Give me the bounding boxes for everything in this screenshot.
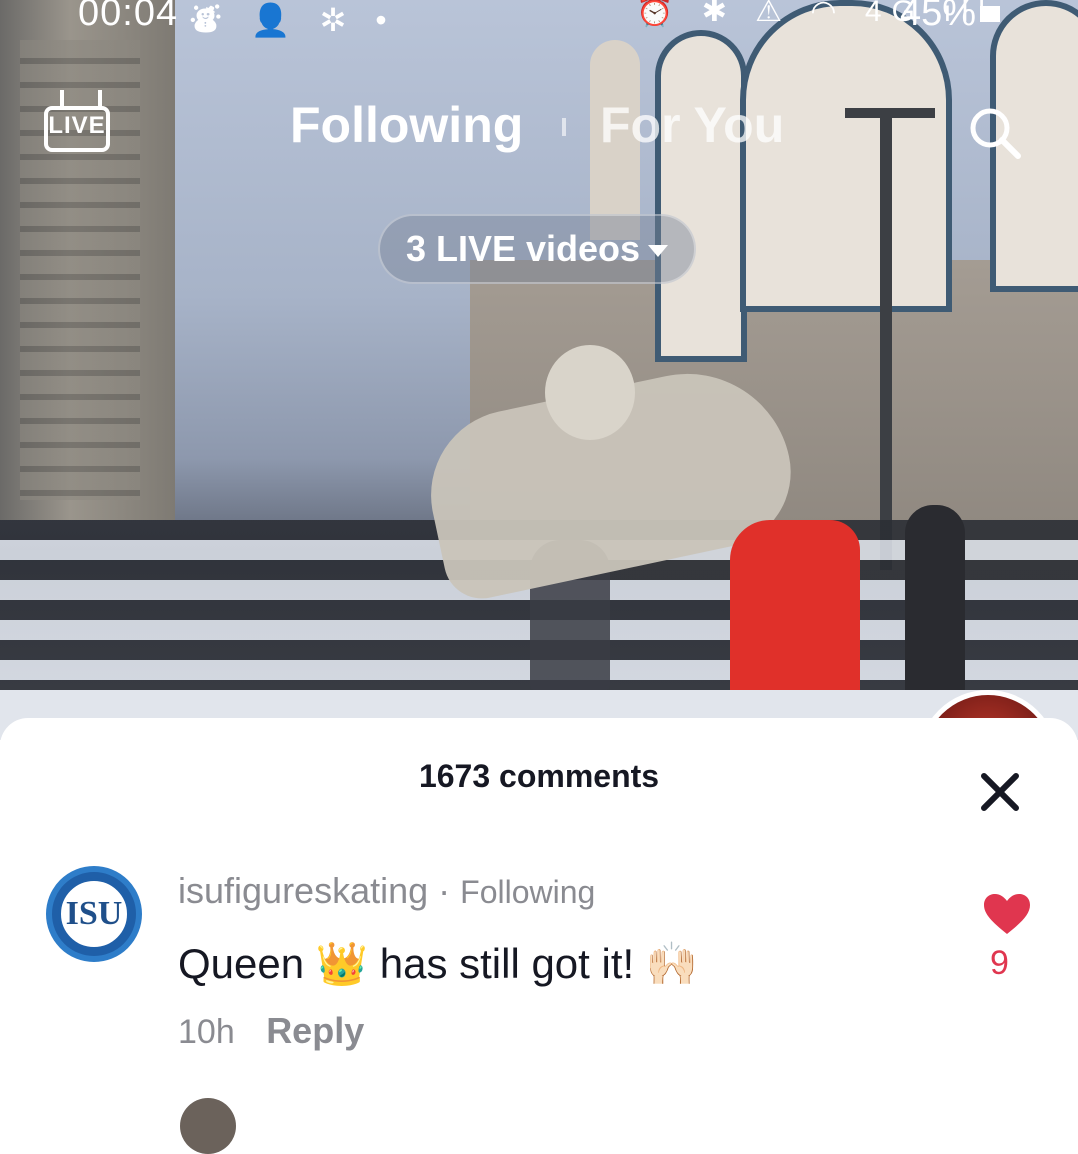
live-label: LIVE [48,112,106,139]
skater-head [545,345,635,440]
chevron-down-icon [648,245,669,257]
status-bar: 00:04 ⛇ 👤 ✲ • ⏰ ✱ ⚠ ◠ 4G ıll 45% [0,0,1078,40]
comment-time: 10h [178,1013,235,1051]
background-building [0,0,175,520]
background-person [905,505,965,695]
church-arch [740,0,952,312]
church-arch [655,30,747,362]
comment-meta: 10h Reply [178,1010,364,1052]
tab-following[interactable]: Following [290,96,523,154]
comment-text: Queen 👑 has still got it! 🙌🏻 [178,940,699,987]
reply-button[interactable]: Reply [266,1010,364,1051]
avatar[interactable]: ISU [46,866,142,962]
battery-level: 45% [900,0,977,34]
avatar[interactable] [180,1098,236,1154]
comments-count-title: 1673 comments [418,758,660,794]
tab-divider [562,118,566,136]
close-icon[interactable] [978,770,1022,814]
tab-for-you[interactable]: For You [600,96,784,154]
lamp-post [880,110,892,570]
like-count: 9 [990,944,1009,982]
separator-dot: · [438,870,461,911]
status-notification-icons: ⛇ 👤 ✲ • [190,2,397,38]
comment-username[interactable]: isufigureskating [178,870,428,911]
live-videos-dropdown[interactable]: 3 LIVE videos [378,214,696,284]
video-player[interactable] [0,0,1078,740]
heart-icon[interactable] [982,892,1032,936]
status-time: 00:04 [78,0,179,34]
live-tv-icon[interactable]: LIVE [44,90,116,160]
live-videos-label: 3 LIVE videos [405,228,641,269]
isu-logo: ISU [58,878,130,950]
search-icon[interactable] [966,104,1022,160]
following-badge: Following [460,874,596,910]
battery-icon [980,6,1000,22]
comment-header: isufigureskating · Following [178,870,595,912]
